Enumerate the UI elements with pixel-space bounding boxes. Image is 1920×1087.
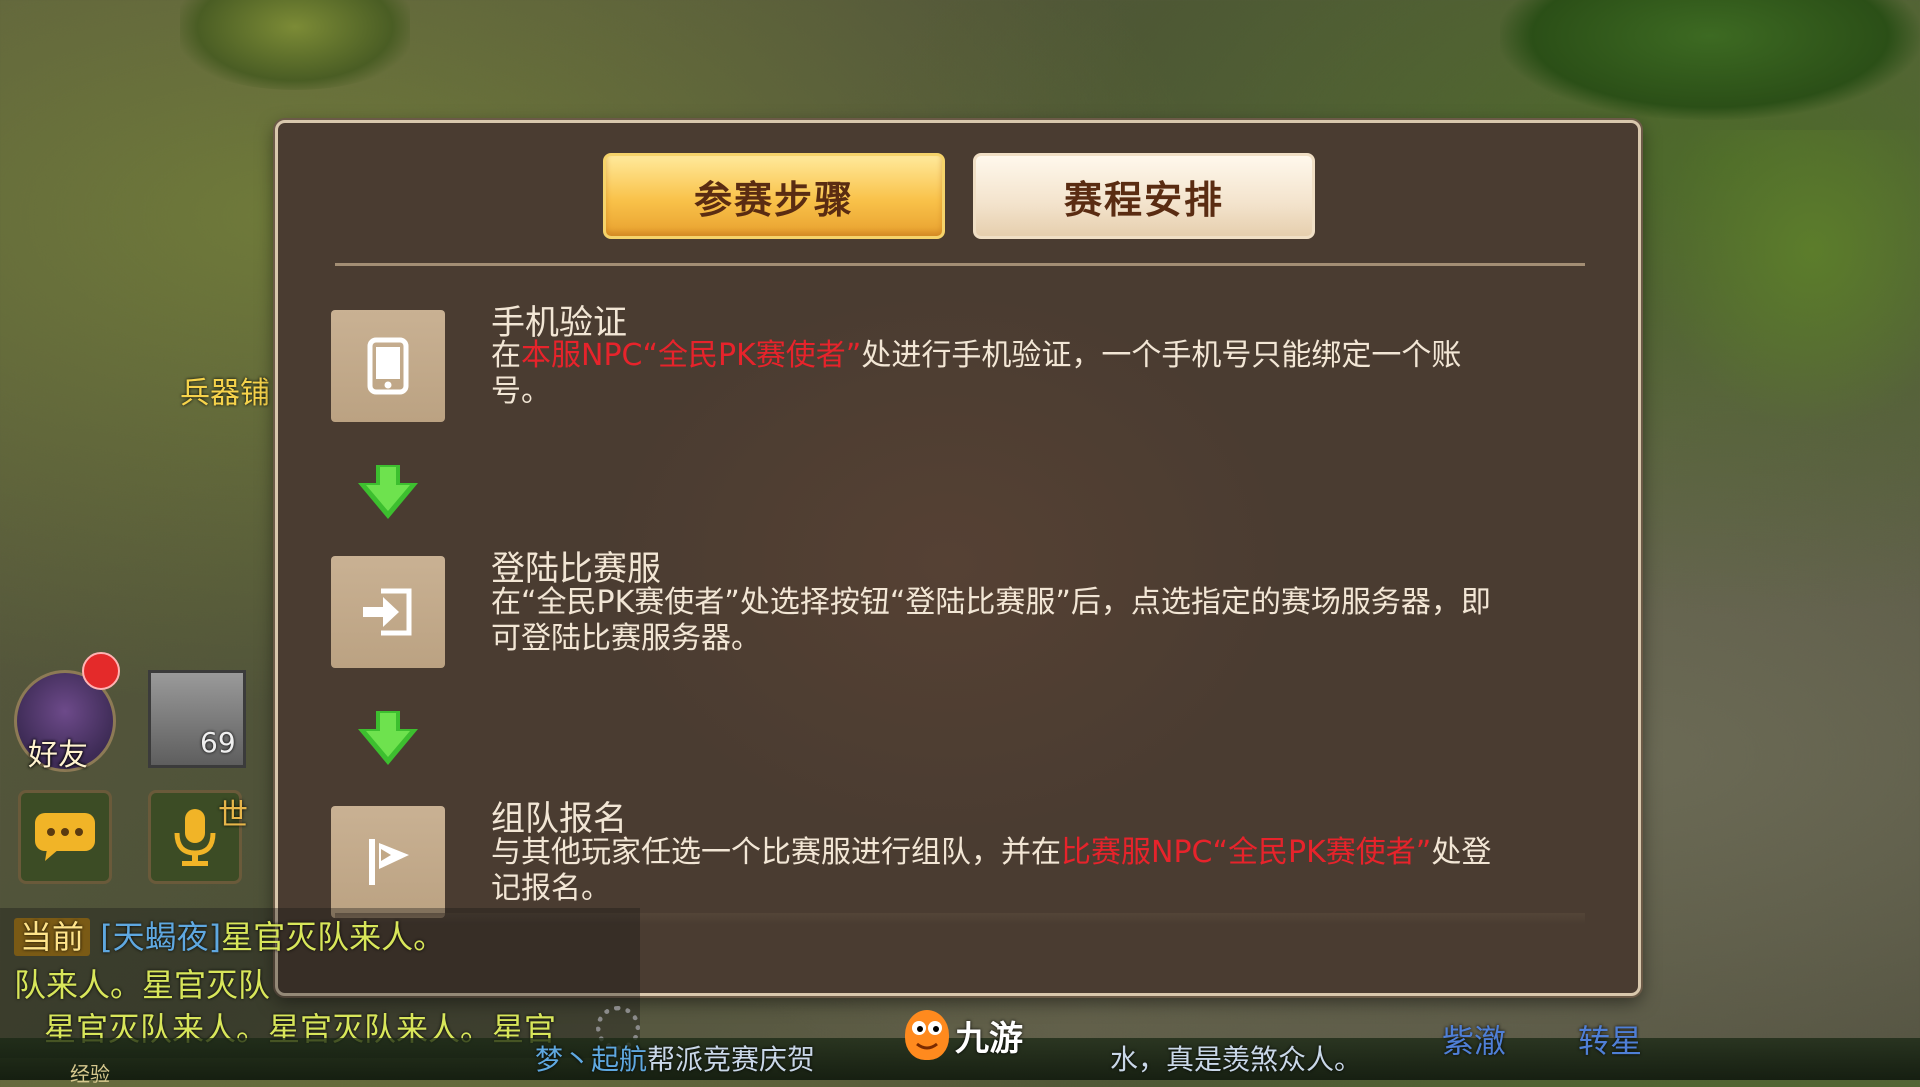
divider (335, 263, 1585, 266)
chat-message: 队来人。星官灭队 (14, 966, 271, 1004)
friends-label: 好友 (28, 738, 88, 773)
down-arrow-icon (358, 465, 418, 519)
xp-label: 经验 (70, 1062, 110, 1086)
step-description: 在本服NPC“全民PK赛使者”处进行手机验证，一个手机号只能绑定一个账号。 (491, 338, 1511, 410)
tournament-info-panel: 参赛步骤 赛程安排 手机验证 在本服NPC“全民PK赛使者”处进行手机验证，一个… (275, 120, 1641, 996)
down-arrow-icon (358, 711, 418, 765)
player-name[interactable]: 转星 (1578, 1016, 1642, 1062)
chat-message: 当前 [天蝎夜]星官灭队来人。 (14, 912, 445, 958)
phone-icon (331, 310, 445, 422)
tab-schedule[interactable]: 赛程安排 (973, 153, 1315, 239)
broadcast-text: 帮派竞赛庆贺 (647, 1043, 816, 1076)
chat-bubble-icon (35, 813, 95, 861)
tab-label: 赛程安排 (1063, 177, 1224, 222)
background-tree (180, 0, 410, 90)
broadcast-name: 梦丶起航 (535, 1043, 648, 1076)
player-name[interactable]: 紫澈 (1442, 1016, 1506, 1062)
background-grass (1650, 130, 1920, 430)
tab-entry-steps[interactable]: 参赛步骤 (603, 153, 945, 239)
chat-text: 星官灭队来人。 (221, 918, 446, 956)
step-text: 与其他玩家任选一个比赛服进行组队，并在 (491, 835, 1061, 870)
notification-dot (82, 652, 120, 690)
logo-mascot-icon (905, 1010, 949, 1060)
flag-icon (331, 806, 445, 918)
tab-label: 参赛步骤 (693, 177, 854, 222)
watermark-logo: 九游 (905, 1010, 1023, 1060)
npc-highlight: 本服NPC“全民PK赛使者” (521, 338, 862, 373)
system-broadcast: 水，真是羡煞众人。 (1110, 1043, 1363, 1076)
background-tree (1500, 0, 1920, 120)
step-description: 与其他玩家任选一个比赛服进行组队，并在比赛服NPC“全民PK赛使者”处登记报名。 (491, 835, 1511, 907)
step-description: 在“全民PK赛使者”处选择按钮“登陆比赛服”后，点选指定的赛场服务器，即可登陆比… (491, 585, 1491, 656)
shop-label[interactable]: 兵器铺 (180, 368, 270, 412)
microphone-icon (174, 809, 216, 866)
npc-highlight: 比赛服NPC“全民PK赛使者” (1061, 835, 1432, 870)
login-icon (331, 556, 445, 668)
system-broadcast: 梦丶起航帮派竞赛庆贺 (535, 1038, 815, 1078)
level-badge: 69 (200, 726, 236, 759)
world-channel-label[interactable]: 世 (218, 790, 248, 834)
chat-channel-badge: 当前 (14, 918, 91, 956)
step-title: 登陆比赛服 (491, 549, 661, 589)
step-title: 组队报名 (491, 799, 627, 839)
chat-button[interactable] (18, 790, 112, 884)
chat-sender[interactable]: [天蝎夜] (100, 918, 221, 956)
step-text: 在 (491, 338, 521, 373)
logo-text: 九游 (955, 1018, 1023, 1059)
step-title: 手机验证 (491, 303, 627, 343)
